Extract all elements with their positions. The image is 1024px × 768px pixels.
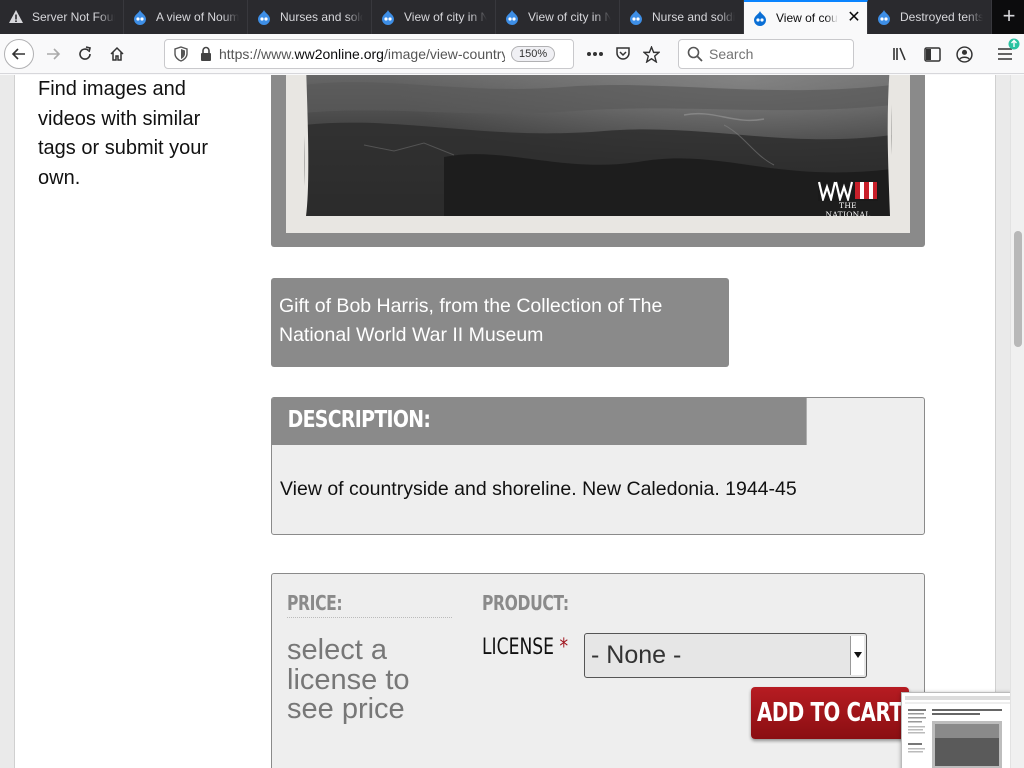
license-label-text: LICENSE [482, 635, 555, 660]
browser-tab[interactable]: A view of Noumea [124, 0, 248, 34]
reload-icon [79, 46, 91, 60]
drupal-icon [506, 10, 518, 25]
scrollbar-thumb[interactable] [1014, 231, 1022, 347]
search-bar[interactable]: Search [678, 39, 854, 69]
drupal-icon [630, 10, 642, 25]
browser-tab[interactable]: View of city in New [496, 0, 620, 34]
page-scrollbar[interactable] [1010, 75, 1024, 768]
tab-title: View of city in New [528, 10, 611, 24]
search-icon [687, 46, 703, 62]
zoom-level-badge[interactable]: 150% [511, 46, 556, 62]
page-preview-image [902, 693, 1010, 768]
credit-text: Gift of Bob Harris, from the Collection … [279, 295, 663, 346]
new-tab-button[interactable]: + [994, 0, 1024, 34]
price-placeholder-text: select a license to see price [287, 634, 410, 725]
landscape-image [304, 75, 892, 216]
photo-frame: THE NATIONAL [271, 75, 925, 247]
description-text: View of countryside and shoreline. New C… [280, 478, 797, 500]
tab-title: View of countryside [776, 11, 838, 25]
bookmark-star-button[interactable] [636, 39, 666, 69]
back-button[interactable] [4, 39, 34, 69]
browser-tab[interactable]: Nurse and soldiers [620, 0, 744, 34]
url-domain: ww2online.org [294, 46, 384, 62]
add-to-cart-button[interactable]: ADD TO CART [751, 687, 909, 739]
warning-icon [9, 10, 23, 23]
purchase-panel: PRICE: PRODUCT: select a license to see … [271, 573, 925, 768]
update-badge-icon [1008, 38, 1020, 50]
product-heading: PRODUCT: [482, 591, 569, 615]
home-button[interactable] [102, 39, 132, 69]
photo-mat: THE NATIONAL [286, 75, 910, 233]
photo-credit: Gift of Bob Harris, from the Collection … [271, 278, 729, 367]
page-actions-button[interactable] [580, 39, 610, 69]
account-icon [955, 45, 973, 63]
url-text[interactable]: https://www.ww2online.org/image/view-cou… [219, 46, 505, 62]
url-path: /image/view-countryside-and-shoreline-ne… [383, 46, 505, 62]
drupal-icon [258, 10, 270, 25]
library-icon [893, 47, 906, 61]
browser-tab[interactable]: Nurses and soldiers [248, 0, 372, 34]
library-button[interactable] [886, 39, 916, 69]
lock-icon [201, 46, 211, 61]
reload-button[interactable] [70, 39, 100, 69]
close-tab-icon[interactable]: ✕ [847, 10, 861, 26]
tab-title: Nurses and soldiers [280, 10, 363, 24]
sidebar-toggle-button[interactable] [917, 39, 947, 69]
drupal-icon [754, 11, 766, 26]
tab-title: Server Not Found [32, 10, 115, 24]
browser-tab[interactable]: Server Not Found [0, 0, 124, 34]
url-bar[interactable]: https://www.ww2online.org/image/view-cou… [164, 39, 574, 69]
license-selected-value: - None - [591, 641, 682, 669]
description-heading: DESCRIPTION: [272, 398, 807, 445]
tab-title: View of city in New [404, 10, 487, 24]
required-marker: * [559, 635, 569, 660]
page-viewport: Find images and videos with similar tags… [0, 75, 1010, 768]
drupal-icon [382, 10, 394, 25]
sidebar-icon [923, 46, 941, 62]
forward-button[interactable] [38, 39, 68, 69]
arrow-right-icon [47, 48, 61, 60]
search-placeholder: Search [709, 46, 754, 62]
account-button[interactable] [949, 39, 979, 69]
pocket-icon [616, 47, 630, 60]
home-icon [110, 46, 124, 61]
wwii-logo-mark [818, 180, 878, 201]
browser-tab[interactable]: Destroyed tents [868, 0, 992, 34]
browser-tab[interactable]: View of city in New [372, 0, 496, 34]
tab-title: Destroyed tents [900, 10, 983, 24]
arrow-left-icon [11, 48, 25, 60]
tab-title: Nurse and soldiers [652, 10, 735, 24]
price-heading: PRICE: [287, 591, 343, 615]
more-horizontal-icon [587, 52, 603, 56]
wwii-logo-text: THE NATIONAL [825, 201, 871, 216]
navigation-bar: https://www.ww2online.org/image/view-cou… [0, 34, 1024, 74]
page-preview-thumbnail[interactable] [901, 692, 1010, 768]
add-to-cart-label: ADD TO CART [757, 698, 903, 728]
url-prefix: https://www. [219, 46, 295, 62]
pocket-button[interactable] [608, 39, 638, 69]
license-label: LICENSE * [482, 635, 568, 660]
tab-title: A view of Noumea [156, 10, 239, 24]
license-select[interactable]: - None - [584, 633, 867, 678]
menu-button[interactable] [990, 38, 1020, 69]
chevron-down-icon [850, 636, 864, 675]
related-tags-text: Find images and videos with similar tags… [38, 78, 209, 189]
description-panel: DESCRIPTION: View of countryside and sho… [271, 397, 925, 535]
drupal-icon [134, 10, 146, 25]
tab-bar: Server Not Found A view of Noumea Nurses… [0, 0, 1024, 34]
price-divider [287, 617, 452, 618]
countryside-photo[interactable]: THE NATIONAL [304, 75, 892, 216]
page-content: Find images and videos with similar tags… [14, 75, 996, 768]
browser-tab-active[interactable]: View of countryside ✕ [744, 0, 868, 34]
shield-icon [174, 46, 188, 62]
drupal-icon [878, 10, 890, 25]
star-icon [642, 45, 660, 63]
wwii-museum-logo: THE NATIONAL [818, 180, 878, 216]
